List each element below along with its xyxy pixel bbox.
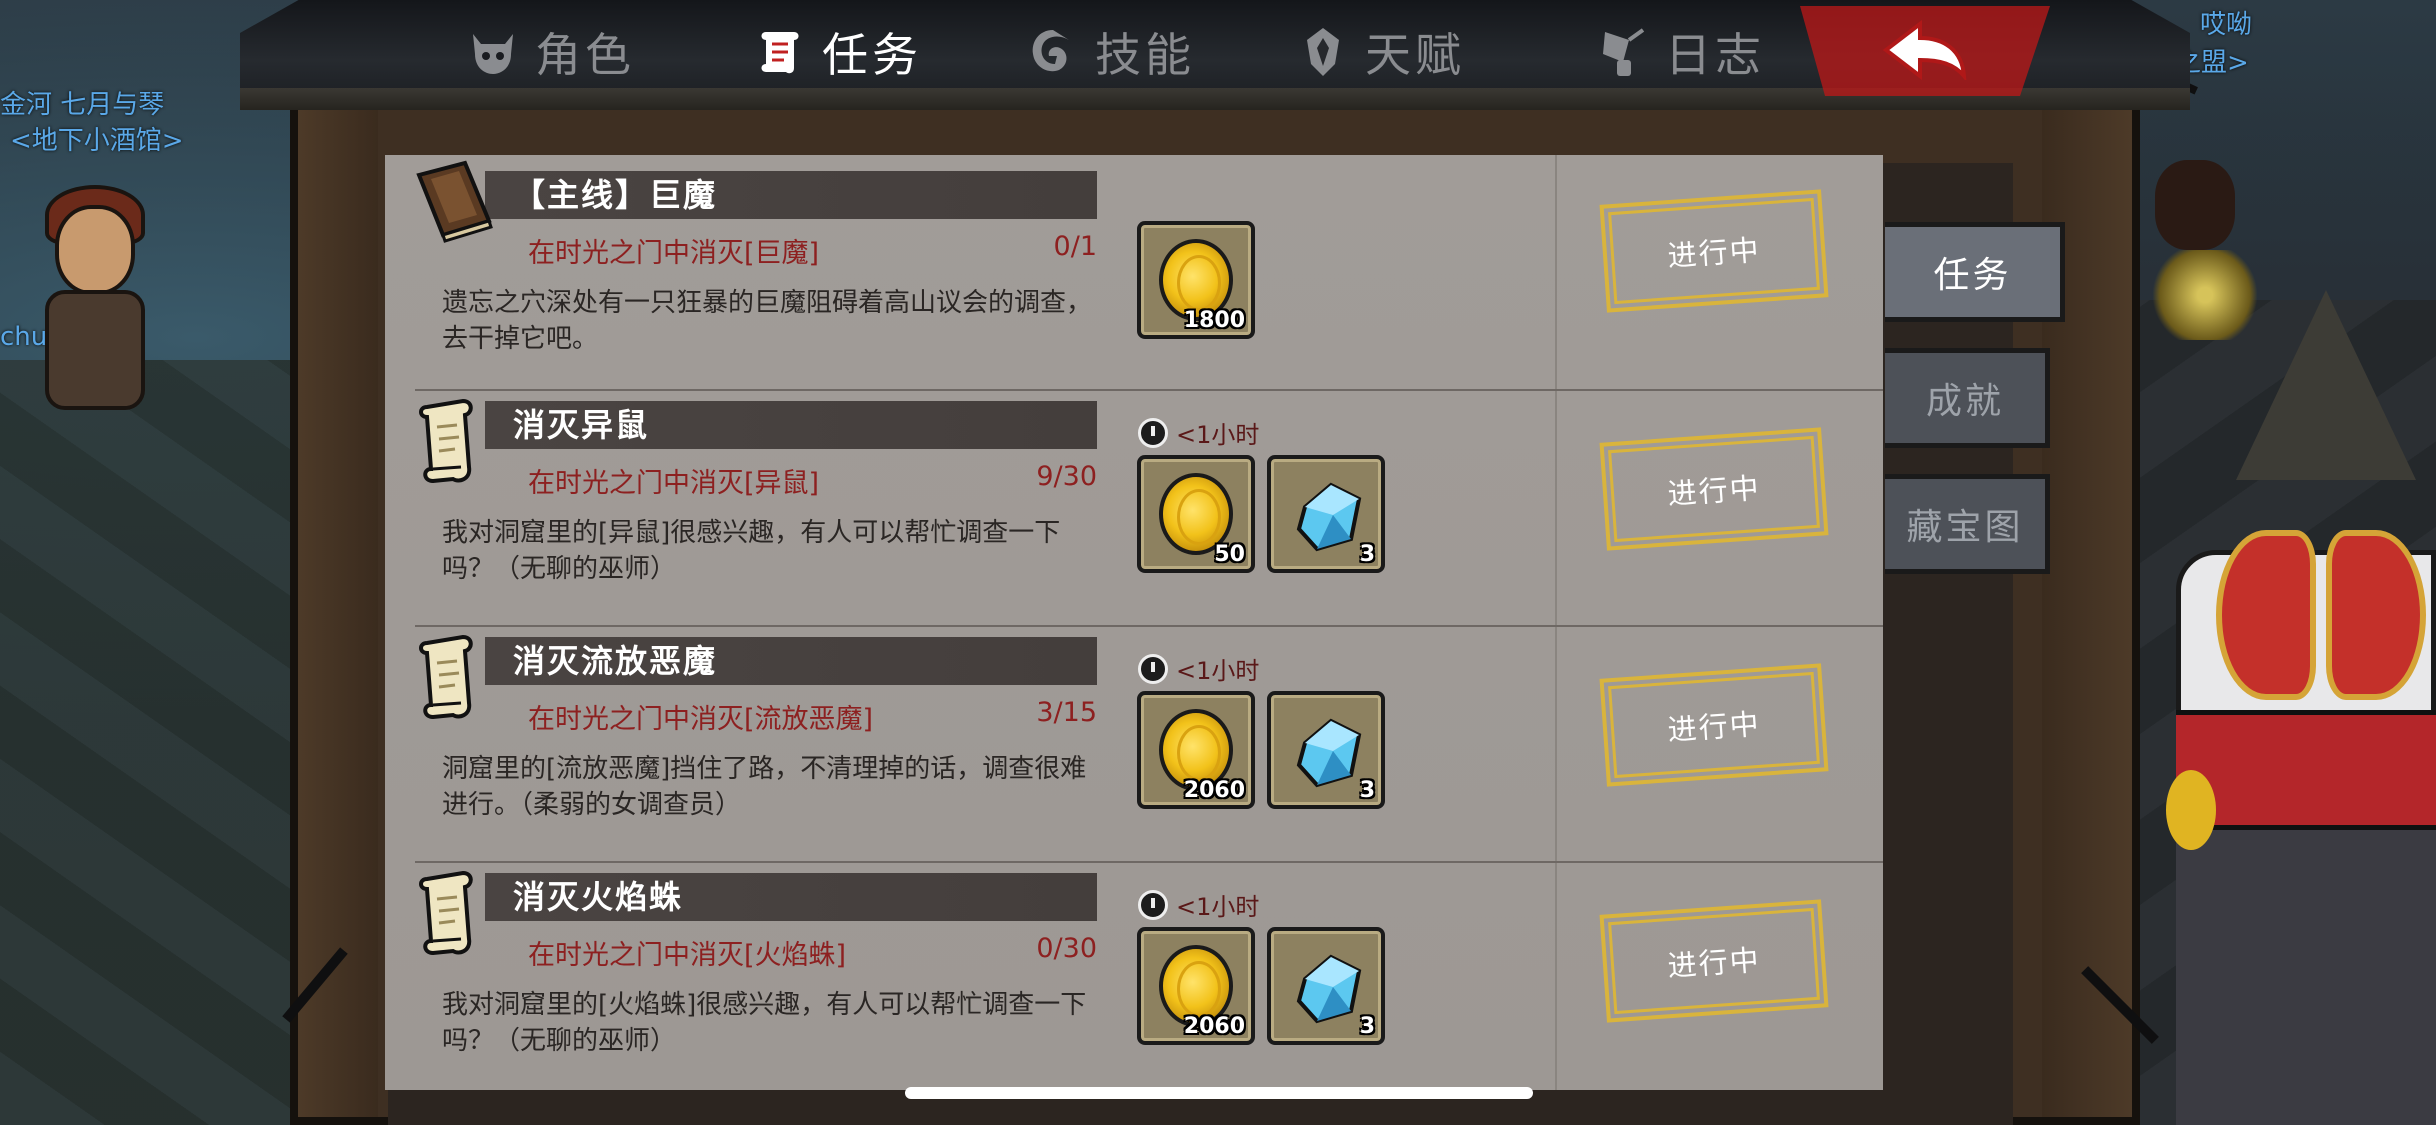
quest-description: 遗忘之穴深处有一只狂暴的巨魔阻碍着高山议会的调查，去干掉它吧。 (442, 288, 1093, 354)
reward-qty: 2060 (1183, 778, 1245, 803)
quest-description: 我对洞窟里的[火焰蛛]很感兴趣，有人可以帮忙调查一下吗？（无聊的巫师） (442, 990, 1087, 1056)
quest-progress: 3/15 (1036, 697, 1097, 728)
timer-label: <1小时 (1176, 893, 1260, 921)
quest-status-button[interactable]: 进行中 (1599, 899, 1829, 1023)
player-character-left[interactable] (20, 175, 160, 425)
reward-slot-gold[interactable]: 1800 (1137, 221, 1255, 339)
book-icon (409, 155, 493, 243)
clock-icon (1138, 417, 1168, 448)
timer-label: <1小时 (1176, 421, 1260, 449)
quest-status-button[interactable]: 进行中 (1599, 427, 1829, 551)
reward-qty: 3 (1359, 542, 1375, 567)
talent-crest-icon (1295, 24, 1351, 80)
back-button[interactable] (1800, 6, 2050, 96)
skill-swirl-icon (1025, 24, 1081, 80)
tab-label: 天赋 (1365, 28, 1465, 82)
blue-gem-icon (1291, 477, 1369, 555)
tab-label: 任务 (822, 28, 922, 82)
world-guild-name-left: <地下小酒馆> (10, 126, 184, 156)
tab-quest[interactable]: 任务 (752, 14, 922, 90)
quest-objective: 在时光之门中消灭[流放恶魔] (528, 704, 874, 735)
reward-slot-gold[interactable]: 50 (1137, 455, 1255, 573)
tab-journal[interactable]: 日志 (1595, 14, 1765, 90)
quest-title: 【主线】巨魔 (513, 176, 718, 214)
reward-qty: 1800 (1183, 308, 1245, 333)
quest-timer: <1小时 (1138, 415, 1259, 450)
reward-slot-gem[interactable]: 3 (1267, 455, 1385, 573)
quest-timer: <1小时 (1138, 651, 1259, 686)
quest-title: 消灭流放恶魔 (513, 642, 718, 680)
world-player-name-left: 金河 七月与琴 (0, 90, 165, 120)
quest-objective: 在时光之门中消灭[异鼠] (528, 468, 820, 499)
quest-description: 我对洞窟里的[异鼠]很感兴趣，有人可以帮忙调查一下吗？（无聊的巫师） (442, 518, 1061, 584)
scroll-quest-icon (413, 869, 493, 956)
reward-qty: 3 (1359, 1014, 1375, 1039)
reward-qty: 2060 (1183, 1014, 1245, 1039)
tab-talent[interactable]: 天赋 (1295, 14, 1465, 90)
quest-description: 洞窟里的[流放恶魔]挡住了路，不清理掉的话，调查很难进行。（柔弱的女调查员） (442, 754, 1087, 820)
quest-progress: 9/30 (1036, 461, 1097, 492)
quest-timer: <1小时 (1138, 887, 1259, 922)
clock-icon (1138, 889, 1168, 920)
quest-status-button[interactable]: 进行中 (1599, 189, 1829, 313)
status-label: 进行中 (1666, 232, 1762, 274)
scroll-icon (752, 24, 808, 80)
quest-row-fire-spider[interactable]: 消灭火焰蛛 在时光之门中消灭[火焰蛛] 0/30 我对洞窟里的[火焰蛛]很感兴趣… (385, 863, 1845, 1090)
status-label: 进行中 (1666, 706, 1762, 748)
status-label: 进行中 (1666, 942, 1762, 984)
journal-feather-icon (1595, 24, 1651, 80)
tab-label: 技能 (1095, 28, 1195, 82)
quest-objective: 在时光之门中消灭[巨魔] (528, 238, 820, 269)
blue-gem-icon (1291, 713, 1369, 791)
clock-icon (1138, 653, 1168, 684)
tab-skills[interactable]: 技能 (1025, 14, 1195, 90)
quest-row-rats[interactable]: 消灭异鼠 在时光之门中消灭[异鼠] 9/30 我对洞窟里的[异鼠]很感兴趣，有人… (385, 391, 1883, 627)
scroll-quest-icon (413, 397, 493, 484)
player-character-right[interactable] (2166, 270, 2436, 1125)
back-arrow-icon (1880, 19, 1970, 84)
reward-slot-gold[interactable]: 2060 (1137, 691, 1255, 809)
scroll-quest-icon (413, 633, 493, 720)
reward-qty: 50 (1214, 542, 1245, 567)
tab-label: 日志 (1665, 28, 1765, 82)
quest-progress: 0/30 (1036, 933, 1097, 964)
side-tab-quests[interactable]: 任务 (1885, 222, 2065, 322)
quest-status-button[interactable]: 进行中 (1599, 663, 1829, 787)
blue-gem-icon (1291, 949, 1369, 1027)
tab-character[interactable]: 角色 (465, 14, 635, 90)
tab-label: 角色 (535, 28, 635, 82)
reward-qty: 3 (1359, 778, 1375, 803)
reward-slot-gold[interactable]: 2060 (1137, 927, 1255, 1045)
home-indicator[interactable] (905, 1087, 1533, 1099)
demon-mask-icon (465, 24, 521, 80)
side-tab-achievements[interactable]: 成就 (1885, 348, 2050, 448)
quest-progress: 0/1 (1053, 231, 1097, 262)
quest-title: 消灭异鼠 (513, 406, 650, 444)
reward-slot-gem[interactable]: 3 (1267, 927, 1385, 1045)
dungeon-floor-left (0, 360, 320, 1125)
quest-list-panel[interactable]: 【主线】巨魔 在时光之门中消灭[巨魔] 0/1 遗忘之穴深处有一只狂暴的巨魔阻碍… (385, 155, 1883, 1090)
timer-label: <1小时 (1176, 657, 1260, 685)
quest-title: 消灭火焰蛛 (513, 878, 684, 916)
status-label: 进行中 (1666, 470, 1762, 512)
quest-row-exiled-demon[interactable]: 消灭流放恶魔 在时光之门中消灭[流放恶魔] 3/15 洞窟里的[流放恶魔]挡住了… (385, 627, 1883, 863)
side-tab-treasure-map[interactable]: 藏宝图 (1885, 474, 2050, 574)
quest-objective: 在时光之门中消灭[火焰蛛] (528, 940, 847, 971)
quest-row-main-troll[interactable]: 【主线】巨魔 在时光之门中消灭[巨魔] 0/1 遗忘之穴深处有一只狂暴的巨魔阻碍… (385, 160, 1883, 391)
reward-slot-gem[interactable]: 3 (1267, 691, 1385, 809)
world-player-name-right: 哎呦 (2200, 10, 2253, 40)
